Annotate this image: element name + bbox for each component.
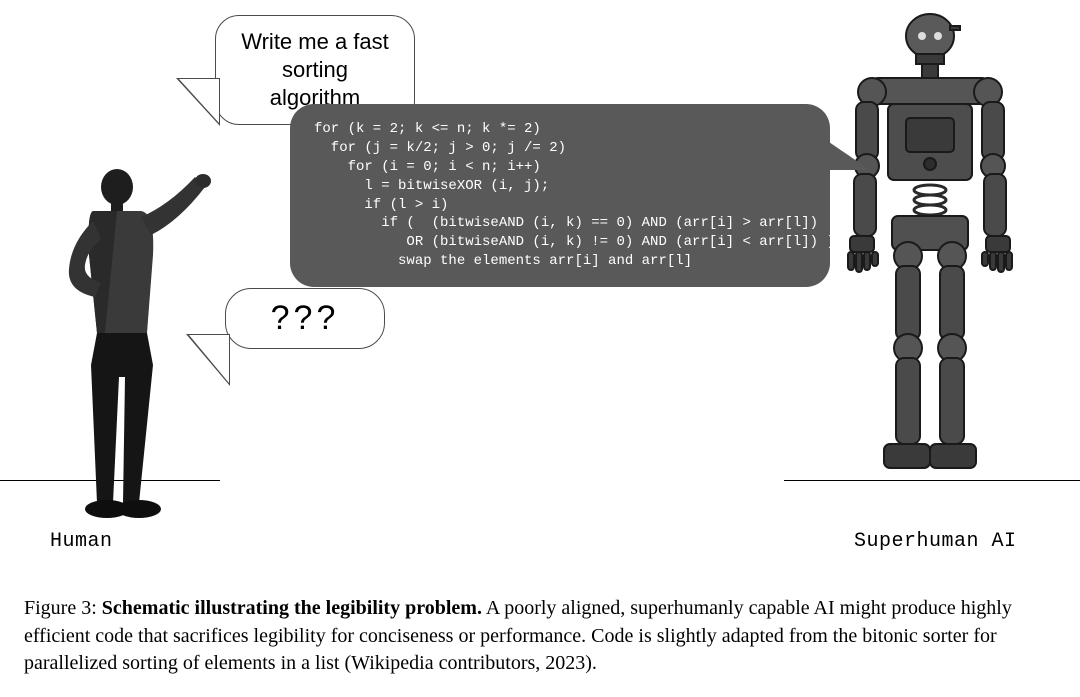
caption-bold: Schematic illustrating the legibility pr… [102,597,482,619]
confused-text: ??? [271,299,340,337]
robot-figure [810,8,1050,498]
caption-label: Figure 3: [24,597,102,619]
ai-label: Superhuman AI [854,530,1017,553]
prompt-line2: sorting algorithm [270,57,360,110]
code-content: for (k = 2; k <= n; k *= 2) for (j = k/2… [314,120,806,271]
bubble-prompt-tail-fill [179,79,219,123]
speech-bubble-confused: ??? [225,288,385,349]
human-label: Human [50,530,113,553]
figure-caption: Figure 3: Schematic illustrating the leg… [24,595,1050,678]
bubble-confused-tail-fill [189,335,229,383]
prompt-line1: Write me a fast [241,29,389,54]
bubble-code-tail [826,140,870,170]
speech-bubble-code: for (k = 2; k <= n; k *= 2) for (j = k/2… [290,104,830,287]
